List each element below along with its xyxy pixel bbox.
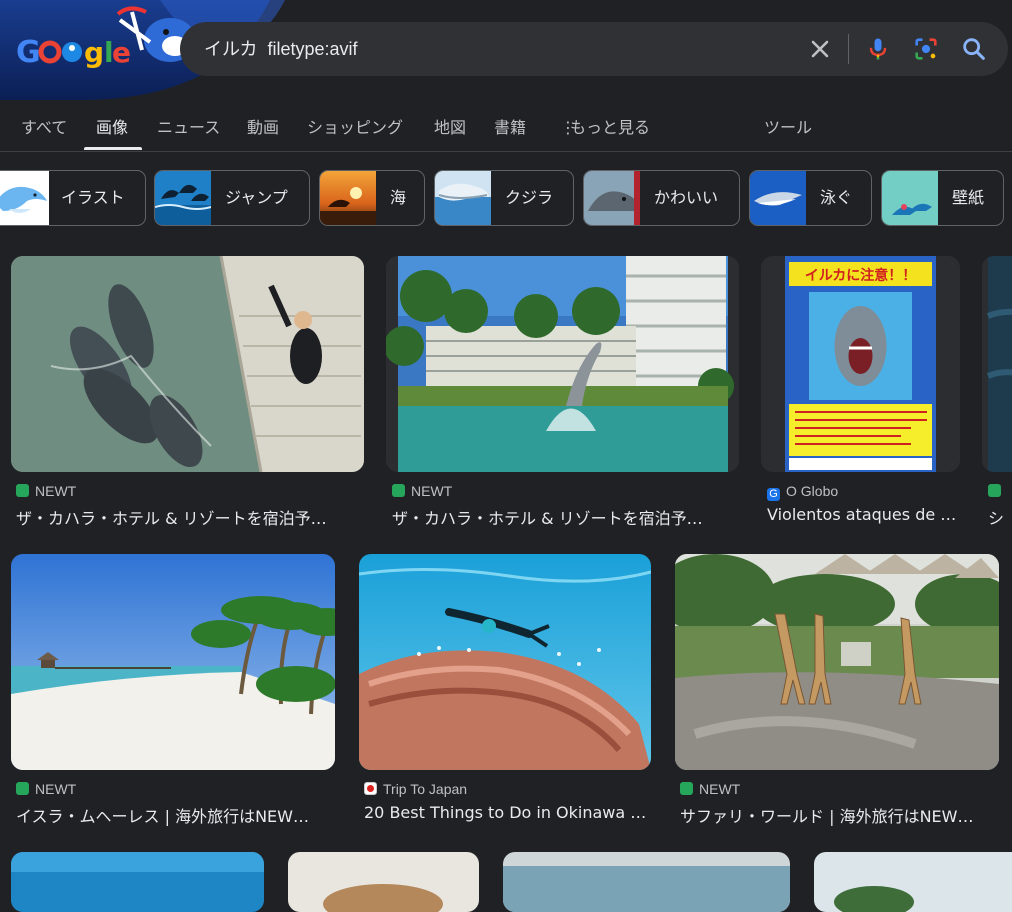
chip-thumb-cute: [584, 171, 640, 225]
result-image-partial[interactable]: [288, 852, 479, 912]
chip-label: ジャンプ: [225, 188, 288, 207]
poster-heading: イルカに注意！！: [805, 267, 917, 284]
newt-favicon: [392, 484, 405, 497]
result-image-partial[interactable]: [814, 852, 1012, 912]
result-source-name: O Globo: [786, 483, 839, 499]
chip-label: 泳ぐ: [820, 188, 853, 207]
tab-maps[interactable]: 地図: [434, 114, 466, 138]
result-image-partial[interactable]: [503, 852, 790, 912]
result-title[interactable]: Violentos ataques de …: [767, 505, 957, 524]
search-icon[interactable]: [960, 35, 988, 63]
result-image-giraffes[interactable]: [675, 554, 999, 770]
result-title[interactable]: シ: [988, 505, 1012, 529]
chip-illustration[interactable]: イラスト: [0, 170, 146, 226]
tab-more[interactable]: ⋮もっと見る: [560, 114, 650, 138]
search-input[interactable]: イルカ filetype:avif: [204, 22, 358, 76]
chip-jump[interactable]: ジャンプ: [154, 170, 310, 226]
tab-books[interactable]: 書籍: [494, 114, 526, 138]
svg-text:g: g: [84, 36, 104, 69]
result-image-coral-diver[interactable]: [359, 554, 651, 770]
chip-thumb-wallpaper: [882, 171, 938, 225]
more-vert-icon: ⋮: [560, 118, 576, 137]
result-image-dolphins-pool[interactable]: [11, 256, 364, 472]
result-title[interactable]: ザ・カハラ・ホテル & リゾートを宿泊予…: [16, 505, 362, 529]
chip-whale[interactable]: クジラ: [434, 170, 574, 226]
svg-text:e: e: [112, 36, 131, 69]
result-source-name: Trip To Japan: [383, 781, 468, 797]
search-box-divider: [848, 34, 849, 64]
result-title[interactable]: ザ・カハラ・ホテル & リゾートを宿泊予…: [392, 505, 738, 529]
result-title[interactable]: 20 Best Things to Do in Okinawa I…: [364, 803, 648, 822]
chip-label: イラスト: [61, 188, 125, 207]
newt-favicon: [988, 484, 1001, 497]
result-image-partial[interactable]: [11, 852, 264, 912]
result-source: NEWT: [680, 781, 740, 797]
tab-more-label: もっと見る: [570, 118, 651, 137]
tab-shopping[interactable]: ショッピング: [307, 114, 403, 138]
result-source-name: NEWT: [411, 483, 453, 499]
chip-cute[interactable]: かわいい: [583, 170, 740, 226]
result-source: Trip To Japan: [364, 781, 467, 797]
tools-button[interactable]: ツール: [764, 114, 812, 138]
search-tabs: すべて 画像 ニュース 動画 ショッピング 地図 書籍 ⋮もっと見る ツール: [0, 100, 1012, 150]
result-title[interactable]: イスラ・ムヘーレス | 海外旅行はNEW…: [16, 803, 334, 827]
tab-all[interactable]: すべて: [21, 114, 67, 138]
result-source-name: NEWT: [699, 781, 741, 797]
svg-text:G: G: [16, 35, 41, 70]
result-image-beach-palms[interactable]: [11, 554, 335, 770]
search-box[interactable]: イルカ filetype:avif: [180, 22, 1008, 76]
chip-label: クジラ: [505, 188, 554, 207]
result-source: NEWT: [16, 483, 76, 499]
chip-wallpaper[interactable]: 壁紙: [881, 170, 1004, 226]
result-source: NEWT: [392, 483, 452, 499]
globo-favicon: G: [767, 488, 780, 501]
lens-search-icon[interactable]: [912, 35, 940, 63]
chip-label: 海: [390, 188, 407, 207]
voice-search-icon[interactable]: [864, 35, 892, 63]
result-image-dark-sea[interactable]: [982, 256, 1012, 472]
newt-favicon: [16, 484, 29, 497]
result-source-name: NEWT: [35, 483, 77, 499]
chip-label: 壁紙: [952, 188, 985, 207]
chip-label: かわいい: [654, 188, 719, 207]
newt-favicon: [16, 782, 29, 795]
chip-thumb-whale: [435, 171, 491, 225]
result-source: G O Globo: [767, 483, 838, 501]
result-source-name: NEWT: [35, 781, 77, 797]
chip-swim[interactable]: 泳ぐ: [749, 170, 872, 226]
tab-images[interactable]: 画像: [96, 114, 128, 138]
result-source: [988, 483, 1007, 499]
result-image-dolphin-warning-poster[interactable]: イルカに注意！！: [761, 256, 960, 472]
result-source: NEWT: [16, 781, 76, 797]
newt-favicon: [680, 782, 693, 795]
active-tab-indicator: [84, 147, 142, 150]
clear-search-icon[interactable]: [806, 35, 834, 63]
chip-thumb-jump: [155, 171, 211, 225]
tabs-divider: [0, 151, 1012, 152]
tab-videos[interactable]: 動画: [247, 114, 279, 138]
result-image-dolphin-resort[interactable]: [386, 256, 739, 472]
chip-thumb-sea: [320, 171, 376, 225]
chip-thumb-swim: [750, 171, 806, 225]
result-title[interactable]: サファリ・ワールド | 海外旅行はNEW…: [680, 803, 998, 827]
chip-thumb-illustration: [0, 171, 49, 225]
trip-to-japan-favicon: [364, 782, 377, 795]
chip-sea[interactable]: 海: [319, 170, 425, 226]
tab-news[interactable]: ニュース: [157, 114, 220, 138]
